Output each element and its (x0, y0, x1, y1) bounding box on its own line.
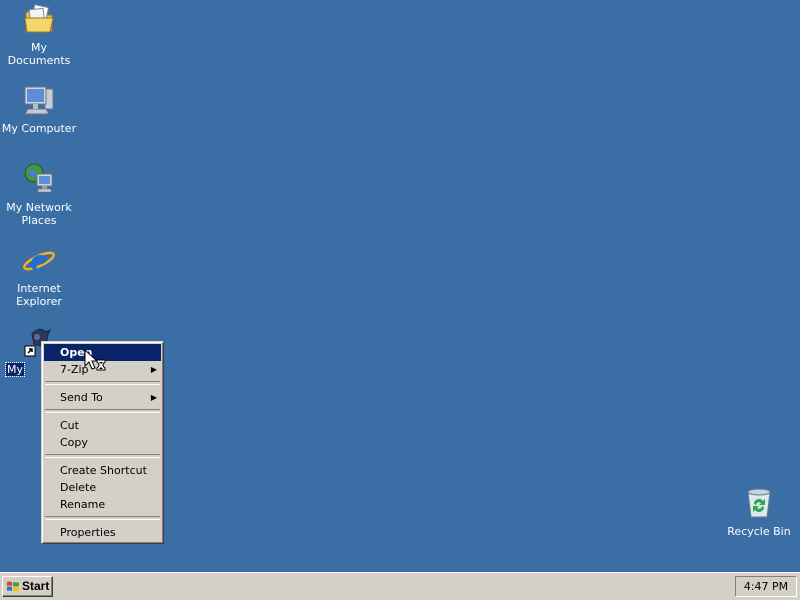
menu-separator (45, 381, 160, 385)
menu-item-label: Create Shortcut (60, 464, 147, 477)
desktop-icon-internet-explorer[interactable]: e Internet Explorer (0, 243, 78, 308)
menu-item-create-shortcut[interactable]: Create Shortcut (44, 462, 161, 479)
menu-separator (45, 454, 160, 458)
menu-item-send-to[interactable]: Send To ▶ (44, 389, 161, 406)
desktop-icon-label: My Computer (1, 122, 77, 135)
menu-item-label: Send To (60, 391, 103, 404)
menu-item-label: Delete (60, 481, 97, 494)
desktop-icon-recycle-bin[interactable]: Recycle Bin (720, 486, 798, 538)
windows-flag-icon (7, 581, 19, 592)
taskbar: Start 4:47 PM (0, 572, 800, 600)
start-label: Start (22, 579, 50, 593)
computer-icon (24, 86, 54, 115)
start-button[interactable]: Start (2, 576, 53, 597)
menu-item-rename[interactable]: Rename (44, 496, 161, 513)
busy-cursor-icon (84, 349, 106, 371)
submenu-arrow-icon: ▶ (150, 393, 157, 402)
menu-item-properties[interactable]: Properties (44, 524, 161, 541)
menu-separator (45, 516, 160, 520)
menu-item-label: Properties (60, 526, 116, 539)
menu-item-copy[interactable]: Copy (44, 434, 161, 451)
desktop-icon-label: Internet Explorer (16, 282, 62, 308)
menu-item-label: Cut (60, 419, 79, 432)
system-tray-clock[interactable]: 4:47 PM (735, 576, 797, 597)
network-places-icon (24, 163, 53, 193)
submenu-arrow-icon: ▶ (150, 365, 157, 374)
desktop-icon-label: My Network Places (6, 201, 72, 227)
menu-item-cut[interactable]: Cut (44, 417, 161, 434)
desktop-icon-label: Recycle Bin (727, 525, 791, 538)
desktop-icon-my-computer[interactable]: My Computer (0, 83, 78, 135)
desktop: My Documents My Computer My Network Plac… (0, 0, 800, 572)
desktop-icon-label: My Documents (7, 41, 71, 67)
menu-separator (45, 409, 160, 413)
desktop-icon-label: My (4, 362, 26, 377)
svg-text:e: e (30, 244, 48, 277)
folder-documents-icon (24, 4, 54, 33)
desktop-icon-my-documents[interactable]: My Documents (0, 2, 78, 67)
menu-item-label: Copy (60, 436, 88, 449)
menu-item-delete[interactable]: Delete (44, 479, 161, 496)
menu-item-label: Rename (60, 498, 106, 511)
desktop-icon-my-network-places[interactable]: My Network Places (0, 162, 78, 227)
recycle-bin-icon (747, 488, 771, 518)
internet-explorer-icon: e (23, 244, 55, 277)
clock-text: 4:47 PM (743, 580, 789, 593)
